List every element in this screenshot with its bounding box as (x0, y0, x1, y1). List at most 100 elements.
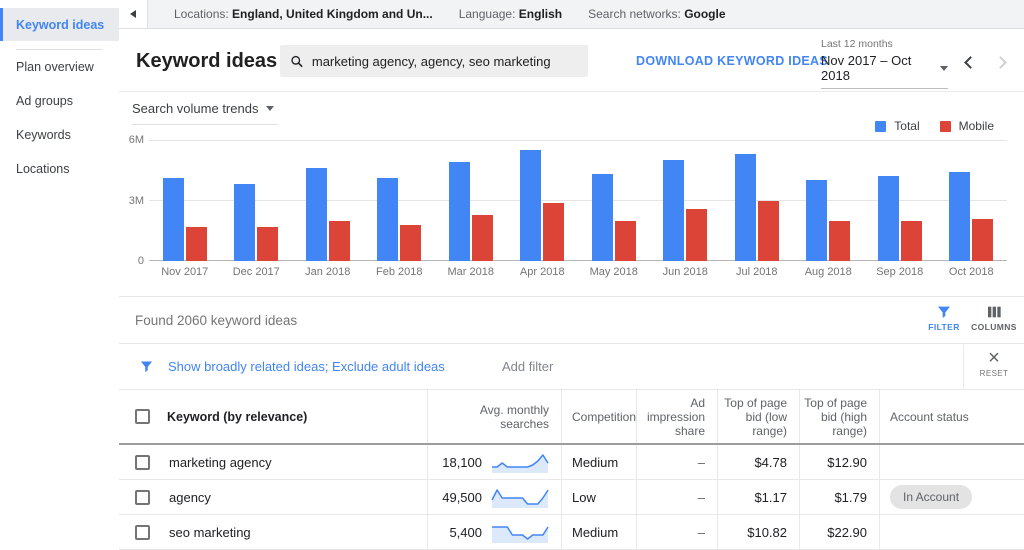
top-of-page-bid-low-value: $1.17 (754, 489, 787, 505)
date-range-picker[interactable]: Last 12 months Nov 2017 – Oct 2018 (821, 38, 948, 89)
legend-label: Mobile (958, 119, 994, 133)
keyword-ideas-table: Keyword (by relevance) Avg. monthly sear… (119, 389, 1024, 550)
ad-impression-share-value: – (697, 524, 705, 540)
filter-button[interactable]: FILTER (920, 304, 968, 332)
bar-total (162, 178, 184, 261)
keyword-cell[interactable]: seo marketing (167, 515, 427, 549)
keyword-cell[interactable]: marketing agency (167, 445, 427, 479)
locations-setting[interactable]: Locations: England, United Kingdom and U… (174, 7, 433, 21)
y-axis-tick: 6M (128, 134, 144, 146)
bar-total (663, 160, 685, 261)
sidebar-item-plan-overview[interactable]: Plan overview (0, 50, 119, 84)
close-icon: × (988, 347, 1000, 369)
row-checkbox-cell (119, 515, 167, 549)
top-of-page-bid-high-value: $1.79 (834, 489, 867, 505)
language-value: English (518, 7, 563, 21)
row-checkbox[interactable] (135, 524, 150, 540)
bar-mobile (614, 220, 636, 261)
header-account-status[interactable]: Account status (879, 390, 1024, 443)
results-summary-bar: Found 2060 keyword ideas FILTER COLUMNS (119, 296, 1024, 344)
sidebar-active-label: Keyword ideas (16, 17, 105, 32)
reset-filters-button[interactable]: × RESET (963, 345, 1024, 389)
row-checkbox[interactable] (135, 489, 150, 505)
bar-mobile (471, 214, 493, 261)
header-top-of-page-bid-high[interactable]: Top of page bid (high range) (799, 390, 879, 443)
chevron-down-icon (266, 106, 275, 111)
select-all-checkbox[interactable] (135, 409, 150, 424)
found-count-text: Found 2060 keyword ideas (135, 313, 298, 328)
bar-group-aug-2018 (793, 140, 865, 261)
table-row: marketing agency 18,100 Medium – $4.78 $12.90 (119, 445, 1024, 480)
sidebar-item-keywords[interactable]: Keywords (0, 118, 119, 152)
avg-monthly-searches-value: 5,400 (449, 524, 482, 540)
active-filters-link[interactable]: Show broadly related ideas; Exclude adul… (168, 359, 445, 374)
bar-mobile (328, 220, 350, 261)
previous-period-button[interactable] (964, 56, 977, 69)
table-body: marketing agency 18,100 Medium – $4.78 $12.90… (119, 445, 1024, 550)
top-of-page-bid-low-value: $4.78 (754, 454, 787, 470)
avg-monthly-searches-cell: 5,400 (427, 515, 561, 549)
sidebar-item-keyword-ideas[interactable]: Keyword ideas (0, 8, 119, 41)
top-of-page-bid-high-value: $12.90 (827, 454, 867, 470)
x-axis-tick: Aug 2018 (804, 266, 852, 278)
bar-mobile (900, 220, 922, 261)
legend-swatch (875, 120, 887, 132)
competition-value: Medium (572, 524, 619, 540)
sidebar-item-locations[interactable]: Locations (0, 152, 119, 186)
avg-monthly-searches-cell: 18,100 (427, 445, 561, 479)
legend-item-total[interactable]: Total (875, 119, 920, 133)
bar-mobile (543, 202, 565, 261)
x-axis-tick: Dec 2017 (232, 266, 280, 278)
bar-total (377, 178, 399, 261)
search-networks-setting[interactable]: Search networks: Google (588, 7, 725, 21)
account-status-cell (879, 515, 1024, 549)
avg-monthly-searches-value: 49,500 (442, 489, 482, 505)
header-ad-impression-share[interactable]: Ad impression share (636, 390, 717, 443)
row-checkbox[interactable] (135, 454, 150, 470)
sidebar-item-label: Ad groups (16, 94, 73, 108)
collapse-panel-button[interactable] (119, 0, 148, 28)
header-avg-monthly-searches[interactable]: Avg. monthly searches (427, 390, 561, 443)
next-period-button[interactable] (994, 56, 1007, 69)
chart-metric-label: Search volume trends (132, 101, 259, 116)
search-trend-sparkline (492, 526, 549, 543)
avg-monthly-searches-cell: 49,500 (427, 480, 561, 514)
bar-total (305, 168, 327, 261)
sidebar-item-ad-groups[interactable]: Ad groups (0, 84, 119, 118)
sidebar: Keyword ideas Plan overview Ad groups Ke… (0, 0, 119, 550)
columns-button[interactable]: COLUMNS (970, 304, 1018, 332)
columns-icon (988, 306, 1001, 318)
y-axis-tick: 3M (128, 195, 144, 207)
x-axis-tick: Apr 2018 (519, 266, 565, 278)
add-filter-button[interactable]: Add filter (502, 359, 553, 374)
language-setting[interactable]: Language: English (459, 7, 562, 21)
language-label: Language: (458, 7, 516, 21)
header-competition[interactable]: Competition (561, 390, 636, 443)
bar-group-may-2018 (578, 140, 650, 261)
ad-impression-share-cell: – (636, 445, 717, 479)
sidebar-item-label: Keywords (16, 128, 71, 142)
filter-button-label: FILTER (928, 322, 960, 332)
chart-metric-dropdown[interactable]: Search volume trends (132, 101, 279, 125)
keyword-search-box[interactable] (280, 45, 588, 77)
x-axis-tick: Feb 2018 (376, 266, 423, 278)
filter-bar: Show broadly related ideas; Exclude adul… (119, 345, 1024, 389)
search-input[interactable] (311, 53, 578, 69)
keyword-text: seo marketing (169, 524, 251, 540)
competition-cell: Medium (561, 515, 636, 549)
table-row: seo marketing 5,400 Medium – $10.82 $22.90 (119, 515, 1024, 550)
legend-item-mobile[interactable]: Mobile (939, 119, 994, 133)
header-top-of-page-bid-low[interactable]: Top of page bid (low range) (717, 390, 799, 443)
header-keyword[interactable]: Keyword (by relevance) (167, 390, 427, 443)
top-of-page-bid-high-cell: $22.90 (799, 515, 879, 549)
filter-funnel-icon (938, 306, 950, 318)
locations-value: England, United Kingdom and Un... (232, 7, 433, 21)
download-keyword-ideas-button[interactable]: DOWNLOAD KEYWORD IDEAS (636, 54, 828, 68)
top-of-page-bid-low-value: $10.82 (747, 524, 787, 540)
x-axis-tick: Jun 2018 (662, 266, 708, 278)
keyword-cell[interactable]: agency (167, 480, 427, 514)
sidebar-item-label: Locations (16, 162, 70, 176)
legend-swatch (939, 120, 951, 132)
page-header: Keyword ideas DOWNLOAD KEYWORD IDEAS Las… (119, 30, 1024, 92)
top-of-page-bid-high-cell: $1.79 (799, 480, 879, 514)
